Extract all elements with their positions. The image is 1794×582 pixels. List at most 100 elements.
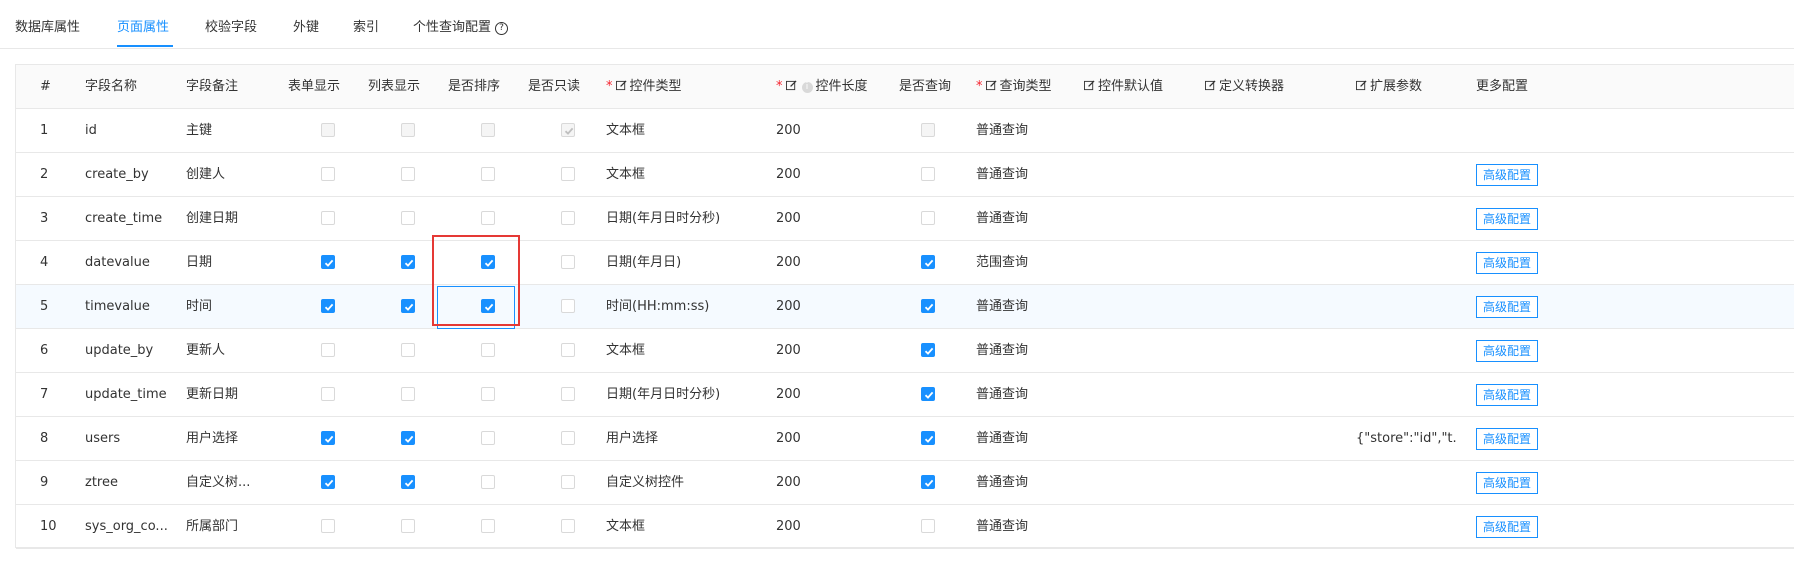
is-readonly-checkbox[interactable]: [561, 519, 575, 533]
edit-icon[interactable]: [985, 80, 997, 91]
is-query-checkbox[interactable]: [921, 431, 935, 445]
control-length[interactable]: 200: [776, 109, 801, 152]
edit-icon[interactable]: [1205, 80, 1216, 91]
is-query-checkbox[interactable]: [921, 255, 935, 269]
is-query-checkbox[interactable]: [921, 211, 935, 225]
question-circle-icon[interactable]: ?: [495, 22, 509, 35]
list-show-checkbox[interactable]: [401, 343, 415, 357]
control-type[interactable]: 文本框: [606, 109, 645, 152]
is-readonly-checkbox[interactable]: [561, 167, 575, 181]
is-readonly-checkbox[interactable]: [561, 123, 575, 137]
control-type[interactable]: 自定义树控件: [606, 461, 684, 504]
form-show-checkbox[interactable]: [321, 475, 335, 489]
form-show-checkbox[interactable]: [321, 123, 335, 137]
tab-indexes[interactable]: 索引: [353, 16, 379, 35]
control-type[interactable]: 日期(年月日时分秒): [606, 197, 720, 240]
is-sort-checkbox[interactable]: [481, 123, 495, 137]
edit-icon[interactable]: [1084, 80, 1095, 91]
tab-page-properties[interactable]: 页面属性: [117, 16, 169, 35]
advanced-config-button[interactable]: 高级配置: [1476, 252, 1538, 274]
ext-params[interactable]: [1356, 153, 1458, 196]
advanced-config-button[interactable]: 高级配置: [1476, 164, 1538, 186]
advanced-config-button[interactable]: 高级配置: [1476, 516, 1538, 538]
is-query-checkbox[interactable]: [921, 167, 935, 181]
is-sort-checkbox[interactable]: [481, 431, 495, 445]
ext-params[interactable]: {"store":"id","t...: [1356, 417, 1458, 460]
tab-custom-query-config[interactable]: 个性查询配置?: [413, 16, 509, 35]
query-type[interactable]: 普通查询: [976, 153, 1028, 196]
query-type[interactable]: 普通查询: [976, 285, 1028, 328]
ext-params[interactable]: [1356, 197, 1458, 240]
ext-params[interactable]: [1356, 505, 1458, 548]
edit-icon[interactable]: [785, 80, 797, 91]
list-show-checkbox[interactable]: [401, 387, 415, 401]
is-query-checkbox[interactable]: [921, 475, 935, 489]
advanced-config-button[interactable]: 高级配置: [1476, 208, 1538, 230]
is-readonly-checkbox[interactable]: [561, 387, 575, 401]
control-type[interactable]: 日期(年月日): [606, 241, 681, 284]
is-sort-checkbox[interactable]: [481, 167, 495, 181]
list-show-checkbox[interactable]: [401, 167, 415, 181]
query-type[interactable]: 普通查询: [976, 197, 1028, 240]
is-query-checkbox[interactable]: [921, 299, 935, 313]
list-show-checkbox[interactable]: [401, 431, 415, 445]
list-show-checkbox[interactable]: [401, 519, 415, 533]
query-type[interactable]: 普通查询: [976, 461, 1028, 504]
control-type[interactable]: 文本框: [606, 329, 645, 372]
form-show-checkbox[interactable]: [321, 167, 335, 181]
query-type[interactable]: 普通查询: [976, 373, 1028, 416]
ext-params[interactable]: [1356, 285, 1458, 328]
tab-database-properties[interactable]: 数据库属性: [15, 16, 80, 35]
is-query-checkbox[interactable]: [921, 123, 935, 137]
ext-params[interactable]: [1356, 109, 1458, 152]
control-length[interactable]: 200: [776, 373, 801, 416]
control-type[interactable]: 文本框: [606, 153, 645, 196]
control-type[interactable]: 时间(HH:mm:ss): [606, 285, 709, 328]
ext-params[interactable]: [1356, 461, 1458, 504]
control-length[interactable]: 200: [776, 285, 801, 328]
is-query-checkbox[interactable]: [921, 519, 935, 533]
control-length[interactable]: 200: [776, 197, 801, 240]
list-show-checkbox[interactable]: [401, 211, 415, 225]
control-type[interactable]: 用户选择: [606, 417, 658, 460]
is-readonly-checkbox[interactable]: [561, 431, 575, 445]
ext-params[interactable]: [1356, 241, 1458, 284]
query-type[interactable]: 普通查询: [976, 109, 1028, 152]
ext-params[interactable]: [1356, 329, 1458, 372]
advanced-config-button[interactable]: 高级配置: [1476, 384, 1538, 406]
form-show-checkbox[interactable]: [321, 387, 335, 401]
advanced-config-button[interactable]: 高级配置: [1476, 296, 1538, 318]
form-show-checkbox[interactable]: [321, 343, 335, 357]
ext-params[interactable]: [1356, 373, 1458, 416]
is-sort-checkbox[interactable]: [481, 343, 495, 357]
list-show-checkbox[interactable]: [401, 475, 415, 489]
control-type[interactable]: 文本框: [606, 505, 645, 548]
query-type[interactable]: 普通查询: [976, 329, 1028, 372]
tab-foreign-keys[interactable]: 外键: [293, 16, 319, 35]
control-length[interactable]: 200: [776, 461, 801, 504]
edit-icon[interactable]: [1356, 80, 1367, 91]
list-show-checkbox[interactable]: [401, 299, 415, 313]
is-sort-checkbox[interactable]: [481, 211, 495, 225]
is-query-checkbox[interactable]: [921, 343, 935, 357]
form-show-checkbox[interactable]: [321, 431, 335, 445]
form-show-checkbox[interactable]: [321, 255, 335, 269]
advanced-config-button[interactable]: 高级配置: [1476, 472, 1538, 494]
edit-icon[interactable]: [615, 80, 627, 91]
is-sort-checkbox[interactable]: [481, 387, 495, 401]
query-type[interactable]: 普通查询: [976, 417, 1028, 460]
list-show-checkbox[interactable]: [401, 255, 415, 269]
advanced-config-button[interactable]: 高级配置: [1476, 428, 1538, 450]
is-sort-checkbox[interactable]: [481, 475, 495, 489]
form-show-checkbox[interactable]: [321, 519, 335, 533]
control-length[interactable]: 200: [776, 417, 801, 460]
query-type[interactable]: 范围查询: [976, 241, 1028, 284]
control-type[interactable]: 日期(年月日时分秒): [606, 373, 720, 416]
is-query-checkbox[interactable]: [921, 387, 935, 401]
is-readonly-checkbox[interactable]: [561, 475, 575, 489]
info-circle-icon[interactable]: i: [801, 82, 813, 93]
tab-validation-fields[interactable]: 校验字段: [205, 16, 257, 35]
form-show-checkbox[interactable]: [321, 211, 335, 225]
is-readonly-checkbox[interactable]: [561, 343, 575, 357]
form-show-checkbox[interactable]: [321, 299, 335, 313]
